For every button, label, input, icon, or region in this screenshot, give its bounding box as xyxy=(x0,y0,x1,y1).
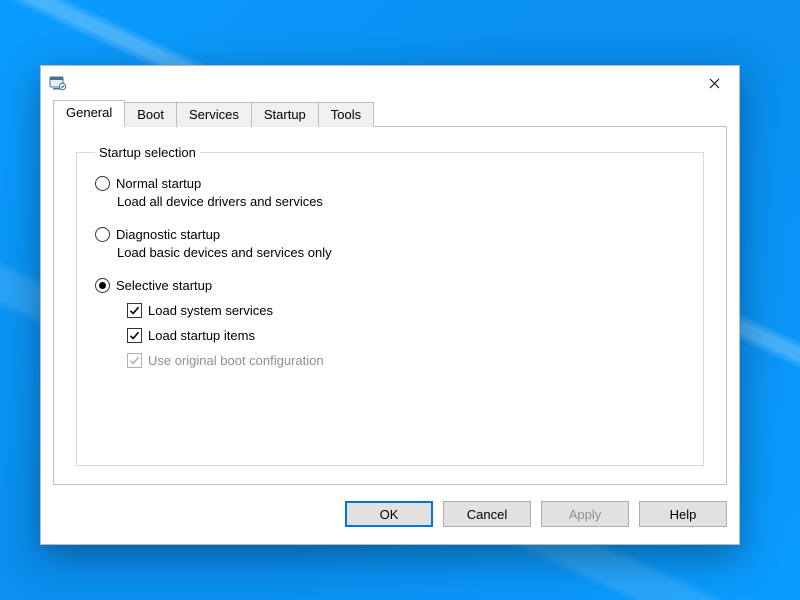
radio-icon xyxy=(95,227,110,242)
app-icon xyxy=(49,74,67,92)
close-button[interactable] xyxy=(691,68,737,98)
cancel-button[interactable]: Cancel xyxy=(443,501,531,527)
radio-icon xyxy=(95,278,110,293)
tab-startup[interactable]: Startup xyxy=(251,102,319,127)
option-label: Diagnostic startup xyxy=(116,227,220,242)
checkbox-label: Load system services xyxy=(148,303,273,318)
checkbox-label: Use original boot configuration xyxy=(148,353,324,368)
checkbox-load-system-services[interactable]: Load system services xyxy=(127,303,685,318)
tab-tools[interactable]: Tools xyxy=(318,102,374,127)
option-diagnostic-startup[interactable]: Diagnostic startup Load basic devices an… xyxy=(95,227,685,260)
option-desc: Load basic devices and services only xyxy=(117,245,685,260)
option-normal-startup[interactable]: Normal startup Load all device drivers a… xyxy=(95,176,685,209)
radio-icon xyxy=(95,176,110,191)
dialog-client-area: General Boot Services Startup Tools Star… xyxy=(41,102,739,539)
apply-button: Apply xyxy=(541,501,629,527)
option-selective-startup[interactable]: Selective startup xyxy=(95,278,685,293)
titlebar xyxy=(41,66,739,100)
startup-selection-group: Startup selection Normal startup Load al… xyxy=(76,145,704,466)
checkbox-icon xyxy=(127,303,142,318)
help-button[interactable]: Help xyxy=(639,501,727,527)
checkbox-label: Load startup items xyxy=(148,328,255,343)
desktop-background: General Boot Services Startup Tools Star… xyxy=(0,0,800,600)
tabstrip: General Boot Services Startup Tools xyxy=(53,102,727,127)
option-label: Selective startup xyxy=(116,278,212,293)
option-desc: Load all device drivers and services xyxy=(117,194,685,209)
tab-general[interactable]: General xyxy=(53,100,125,127)
tabpage-general: Startup selection Normal startup Load al… xyxy=(53,127,727,485)
group-legend: Startup selection xyxy=(95,145,200,160)
checkbox-icon xyxy=(127,353,142,368)
checkbox-use-original-boot-config: Use original boot configuration xyxy=(127,353,685,368)
checkbox-icon xyxy=(127,328,142,343)
tab-services[interactable]: Services xyxy=(176,102,252,127)
tab-boot[interactable]: Boot xyxy=(124,102,177,127)
checkbox-load-startup-items[interactable]: Load startup items xyxy=(127,328,685,343)
ok-button[interactable]: OK xyxy=(345,501,433,527)
option-label: Normal startup xyxy=(116,176,201,191)
msconfig-dialog: General Boot Services Startup Tools Star… xyxy=(40,65,740,545)
dialog-buttons: OK Cancel Apply Help xyxy=(53,501,727,527)
